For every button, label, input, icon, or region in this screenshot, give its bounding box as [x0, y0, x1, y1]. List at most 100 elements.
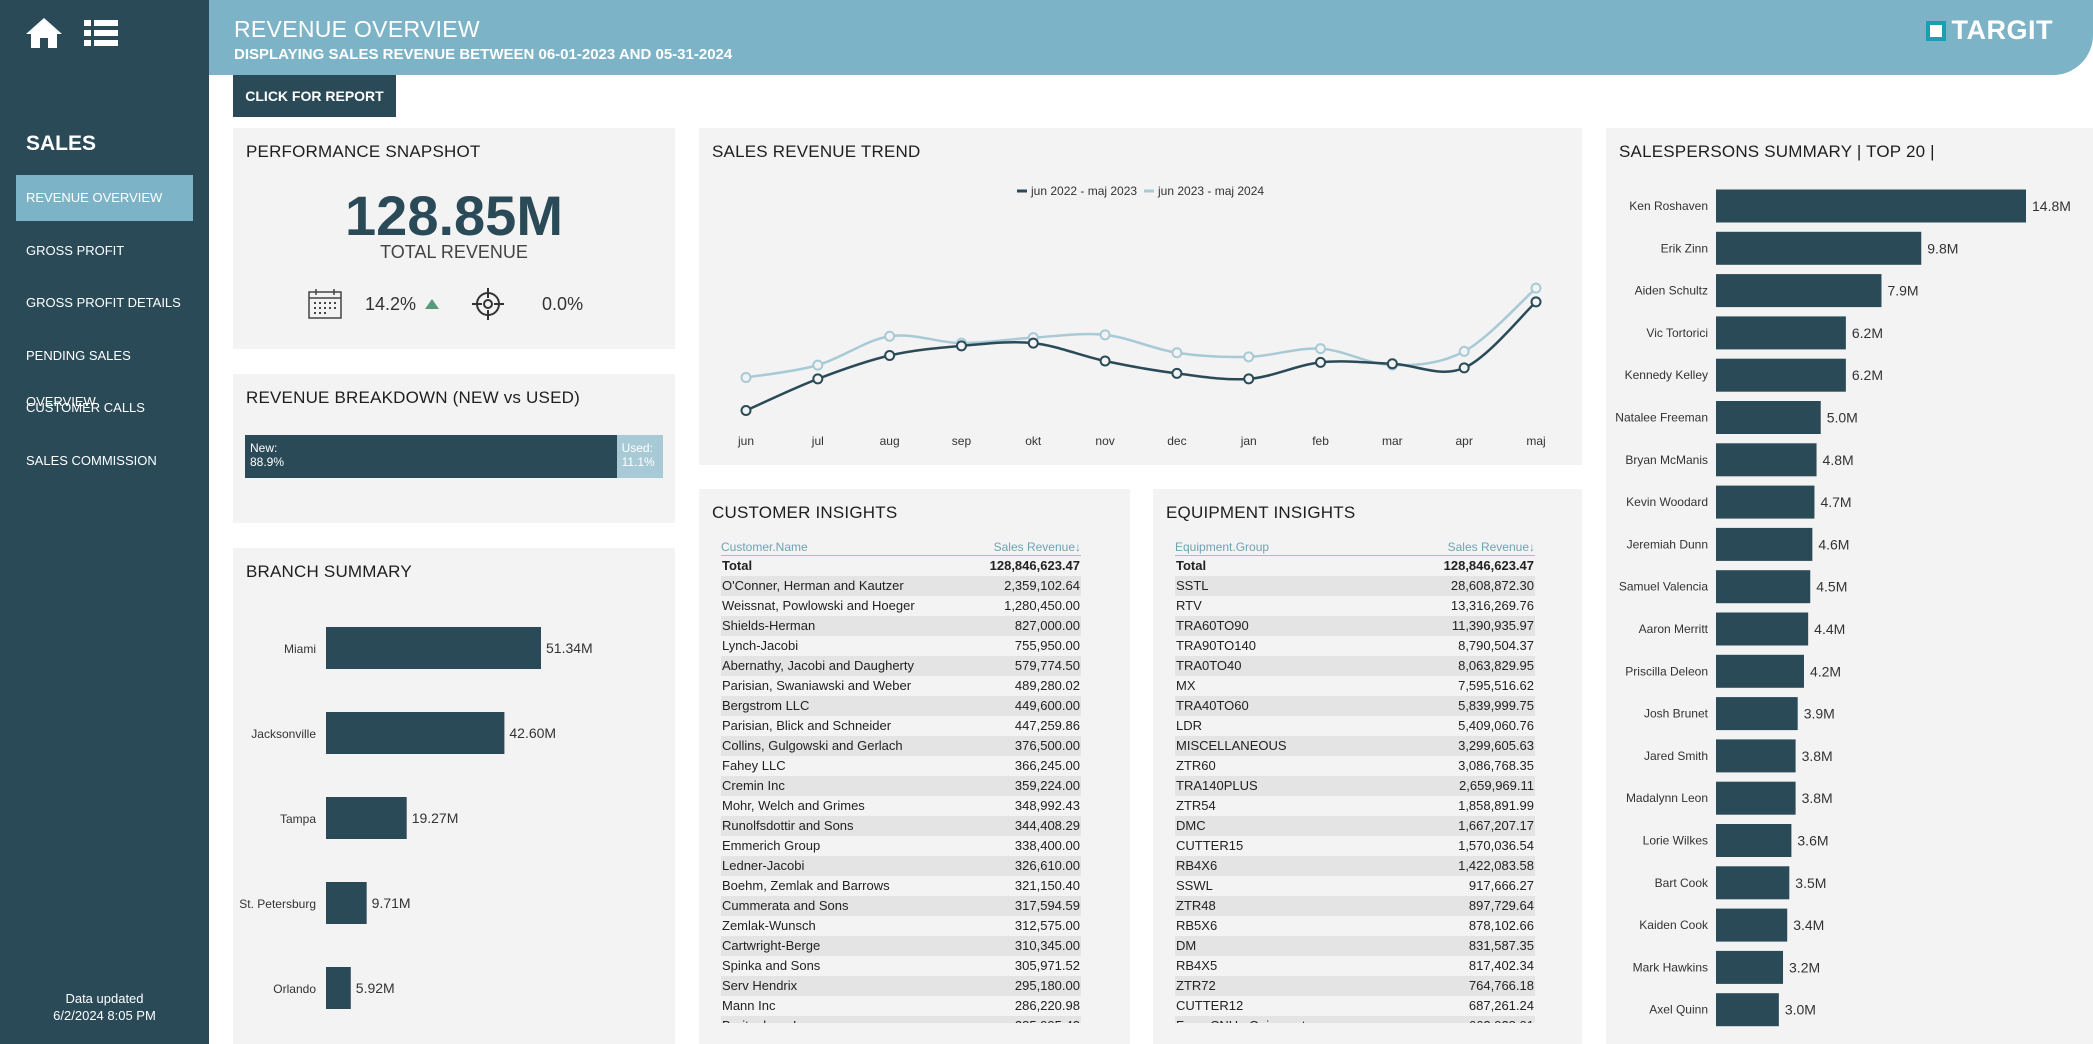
col-sales-revenue[interactable]: Sales Revenue↓ [1448, 539, 1535, 555]
table-row[interactable]: DMC 1,667,207.17 [1175, 816, 1535, 836]
table-row[interactable]: Emmerich Group 338,400.00 [721, 836, 1081, 856]
salesperson-bar[interactable] [1716, 358, 1846, 392]
table-row[interactable]: From CNH eQuipment 662,928.01 [1175, 1016, 1535, 1023]
salesperson-bar[interactable] [1716, 950, 1784, 984]
table-row[interactable]: Runolfsdottir and Sons 344,408.29 [721, 816, 1081, 836]
salesperson-bar[interactable] [1716, 654, 1804, 688]
table-row[interactable]: TRA60TO90 11,390,935.97 [1175, 616, 1535, 636]
trend-point[interactable] [1530, 296, 1542, 308]
table-row[interactable]: RB5X6 878,102.66 [1175, 916, 1535, 936]
salesperson-bar[interactable] [1716, 401, 1821, 434]
table-row[interactable]: Fahey LLC 366,245.00 [721, 756, 1081, 776]
table-row[interactable]: Parisian, Blick and Schneider 447,259.86 [721, 716, 1081, 736]
trend-point[interactable] [1315, 356, 1327, 368]
table-row[interactable]: Abernathy, Jacobi and Daugherty 579,774.5… [721, 656, 1081, 676]
home-icon[interactable] [24, 16, 64, 50]
sidebar-item-gross-profit[interactable]: GROSS PROFIT [16, 228, 193, 274]
col-sales-revenue[interactable]: Sales Revenue↓ [994, 539, 1081, 555]
salesperson-bar[interactable] [1716, 570, 1811, 604]
table-row[interactable]: ZTR48 897,729.64 [1175, 896, 1535, 916]
sort-desc-icon[interactable]: ↓ [1075, 540, 1081, 554]
list-icon[interactable] [82, 16, 122, 50]
col-customer-name[interactable]: Customer.Name [721, 539, 808, 555]
trend-point[interactable] [884, 350, 896, 361]
salesperson-bar[interactable] [1716, 824, 1792, 857]
table-row[interactable]: RB4X5 817,402.34 [1175, 956, 1535, 976]
table-row[interactable]: Mann Inc 286,220.98 [721, 996, 1081, 1016]
sidebar-item-customer-calls[interactable]: CUSTOMER CALLS [16, 385, 193, 431]
table-row[interactable]: TRA140PLUS 2,659,969.11 [1175, 776, 1535, 796]
table-row[interactable]: Spinka and Sons 305,971.52 [721, 956, 1081, 976]
sidebar-item-revenue-overview[interactable]: REVENUE OVERVIEW [16, 175, 193, 221]
branch-bar[interactable] [326, 712, 505, 754]
branch-bar[interactable] [326, 967, 351, 1009]
table-row[interactable]: TRA40TO60 5,839,999.75 [1175, 696, 1535, 716]
trend-point[interactable] [1171, 367, 1183, 379]
trend-point[interactable] [1315, 343, 1327, 355]
trend-point[interactable] [1099, 355, 1111, 367]
trend-point[interactable] [1458, 345, 1470, 357]
table-row[interactable]: Lynch-Jacobi 755,950.00 [721, 636, 1081, 656]
table-row[interactable]: Parisian, Swaniawski and Weber 489,280.02 [721, 676, 1081, 696]
trend-series-line[interactable] [745, 287, 1537, 379]
salesperson-bar[interactable] [1716, 908, 1788, 942]
table-row[interactable]: Zemlak-Wunsch 312,575.00 [721, 916, 1081, 936]
trend-point[interactable] [955, 340, 967, 352]
trend-point[interactable] [812, 359, 824, 371]
branch-bar[interactable] [326, 627, 541, 669]
salesperson-bar[interactable] [1716, 866, 1790, 900]
table-row[interactable]: SSWL 917,666.27 [1175, 876, 1535, 896]
salesperson-bar[interactable] [1716, 781, 1796, 815]
table-row[interactable]: RTV 13,316,269.76 [1175, 596, 1535, 616]
table-row[interactable]: RB4X6 1,422,083.58 [1175, 856, 1535, 876]
sidebar-item-gross-profit-details[interactable]: GROSS PROFIT DETAILS [16, 280, 193, 326]
branch-bar[interactable] [326, 797, 407, 839]
trend-point[interactable] [1027, 337, 1039, 349]
trend-point[interactable] [1243, 351, 1255, 363]
salesperson-bar[interactable] [1716, 274, 1882, 308]
salesperson-bar[interactable] [1716, 316, 1846, 350]
table-row[interactable]: Cummerata and Sons 317,594.59 [721, 896, 1081, 916]
trend-point[interactable] [1171, 347, 1183, 359]
col-equipment-group[interactable]: Equipment.Group [1175, 539, 1269, 555]
trend-point[interactable] [1386, 358, 1398, 370]
table-row[interactable]: CUTTER12 687,261.24 [1175, 996, 1535, 1016]
salesperson-bar[interactable] [1716, 485, 1815, 519]
trend-point[interactable] [1458, 362, 1470, 374]
trend-point[interactable] [1099, 329, 1111, 341]
table-row[interactable]: Cremin Inc 359,224.00 [721, 776, 1081, 796]
table-row[interactable]: MISCELLANEOUS 3,299,605.63 [1175, 736, 1535, 756]
sidebar-item-pending-sales-overview[interactable]: PENDING SALES OVERVIEW [16, 333, 193, 409]
report-button[interactable]: CLICK FOR REPORT [233, 75, 396, 117]
trend-series-line[interactable] [745, 300, 1537, 412]
table-row[interactable]: ZTR72 764,766.18 [1175, 976, 1535, 996]
trend-point[interactable] [884, 330, 896, 342]
sidebar-item-sales-commission[interactable]: SALES COMMISSION [16, 438, 193, 484]
table-row[interactable]: TRA90TO140 8,790,504.37 [1175, 636, 1535, 656]
salesperson-bar[interactable] [1716, 993, 1779, 1027]
table-row[interactable]: TRA0TO40 8,063,829.95 [1175, 656, 1535, 676]
table-row[interactable]: Weissnat, Powlowski and Hoeger 1,280,450.… [721, 596, 1081, 616]
salesperson-bar[interactable] [1716, 527, 1813, 561]
table-row[interactable]: Collins, Gulgowski and Gerlach 376,500.00 [721, 736, 1081, 756]
trend-point[interactable] [740, 405, 752, 416]
table-row[interactable]: MX 7,595,516.62 [1175, 676, 1535, 696]
table-row[interactable]: Bergstrom LLC 449,600.00 [721, 696, 1081, 716]
salesperson-bar[interactable] [1716, 231, 1922, 265]
trend-point[interactable] [812, 373, 824, 385]
table-row[interactable]: Cartwright-Berge 310,345.00 [721, 936, 1081, 956]
trend-point[interactable] [740, 372, 752, 383]
breakdown-new-segment[interactable]: New: 88.9% [245, 435, 617, 478]
salesperson-bar[interactable] [1716, 443, 1817, 477]
table-row[interactable]: Boehm, Zemlak and Barrows 321,150.40 [721, 876, 1081, 896]
branch-bar[interactable] [326, 882, 367, 924]
table-row[interactable]: Shields-Herman 827,000.00 [721, 616, 1081, 636]
table-row[interactable]: Breitenberg Inc 285,995.43 [721, 1016, 1081, 1023]
breakdown-used-segment[interactable]: Used: 11.1% [616, 435, 663, 478]
table-row[interactable]: Mohr, Welch and Grimes 348,992.43 [721, 796, 1081, 816]
table-row[interactable]: LDR 5,409,060.76 [1175, 716, 1535, 736]
sort-desc-icon[interactable]: ↓ [1529, 540, 1535, 554]
salesperson-bar[interactable] [1716, 739, 1796, 773]
trend-point[interactable] [1530, 282, 1542, 294]
salesperson-bar[interactable] [1716, 697, 1798, 731]
